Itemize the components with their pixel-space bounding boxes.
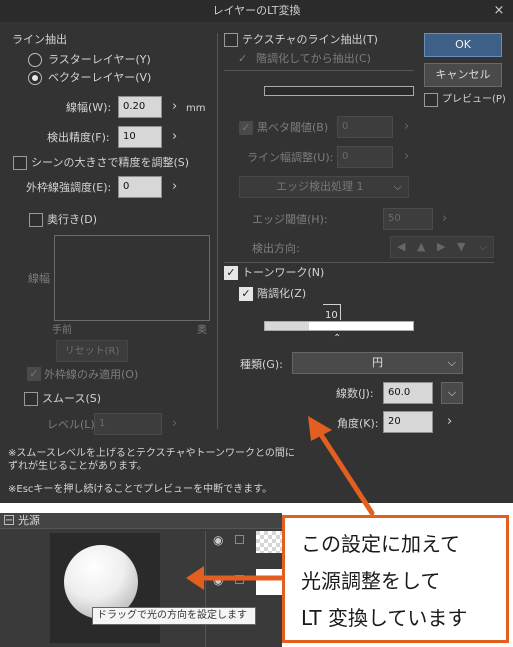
annotation-line1: この設定に加えて xyxy=(301,532,460,556)
annotation-box: この設定に加えて 光源調整をして LT 変換しています xyxy=(282,515,509,643)
arrow-line-to-tonework xyxy=(315,427,375,516)
annotation-line2: 光源調整をして xyxy=(301,569,441,593)
arrowhead-left-icon xyxy=(186,566,204,590)
annotation-line3: LT 変換しています xyxy=(301,606,468,630)
